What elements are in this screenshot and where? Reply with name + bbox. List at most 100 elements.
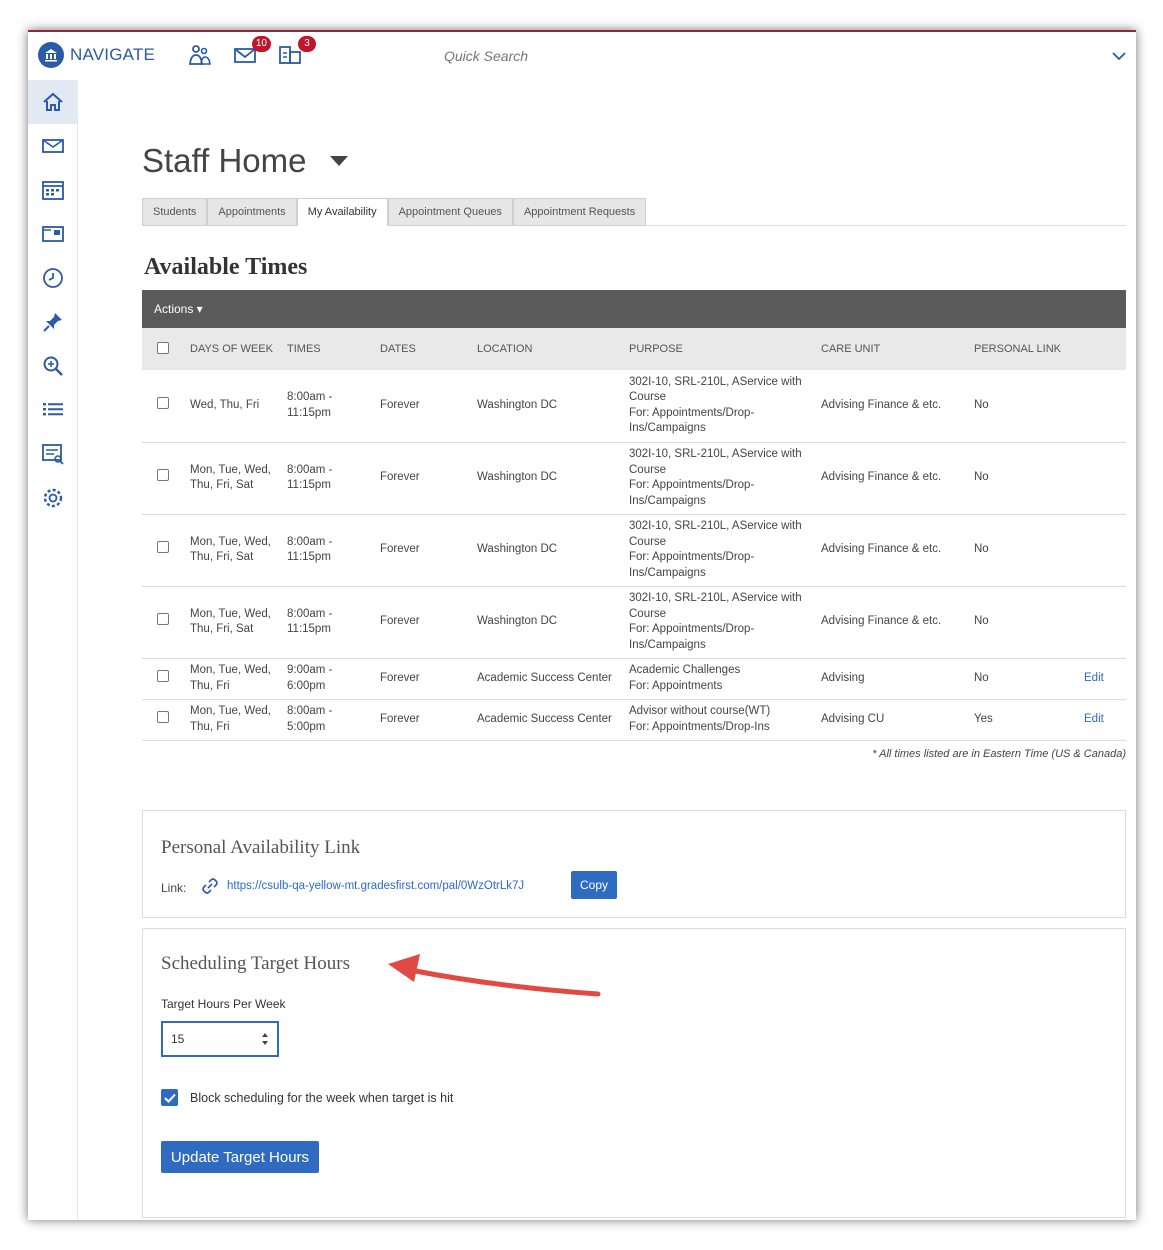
personal-link-cell: No [968,658,1078,700]
edit-link[interactable] [1078,586,1126,659]
table-row: Mon, Tue, Wed, Thu, Fri, Sat 8:00am - 11… [142,586,1126,659]
edit-link[interactable] [1078,442,1126,515]
times-cell: 9:00am - 6:00pm [281,658,374,700]
column-header[interactable]: PERSONAL LINK [968,328,1078,370]
tab-appointments[interactable]: Appointments [207,198,297,226]
table-row: Mon, Tue, Wed, Thu, Fri, Sat 8:00am - 11… [142,442,1126,515]
edit-link[interactable]: Edit [1078,699,1126,741]
block-scheduling-checkbox[interactable] [161,1089,178,1106]
row-checkbox[interactable] [157,469,169,482]
purpose-cell: Advisor without course(WT) For: Appointme… [623,699,815,741]
dates-cell: Forever [374,370,471,443]
alerts-badge: 3 [298,36,316,52]
column-header[interactable]: DAYS OF WEEK [184,328,281,370]
edit-link[interactable] [1078,370,1126,443]
sidebar-item-home[interactable] [28,80,78,124]
purpose-cell: 302I-10, SRL-210L, AService with Course F… [623,442,815,515]
personal-link-url[interactable]: https://csulb-qa-yellow-mt.gradesfirst.c… [227,880,524,892]
quick-search-input[interactable] [436,38,1128,74]
card-icon [42,226,64,242]
brand-name: NAVIGATE [70,45,156,64]
sidebar-item-calendar[interactable] [28,168,78,212]
pin-icon [43,313,62,332]
actions-dropdown[interactable]: Actions ▾ [154,302,203,316]
chevron-down-icon[interactable] [1112,48,1126,66]
tab-appointment-queues[interactable]: Appointment Queues [387,198,513,226]
sidebar-item-lists[interactable] [28,388,78,432]
alerts-button[interactable]: 3 [278,36,316,66]
personal-link-panel: Personal Availability Link Link: https:/… [142,810,1126,918]
calendar-icon [42,181,64,200]
sidebar-item-search[interactable] [28,344,78,388]
sidebar-item-history[interactable] [28,256,78,300]
days-cell: Mon, Tue, Wed, Thu, Fri [184,699,281,741]
copy-button[interactable]: Copy [571,871,617,899]
location-cell: Washington DC [471,370,623,443]
row-checkbox[interactable] [157,397,169,409]
care-unit-cell: Advising Finance & etc. [815,370,968,443]
tab-my-availability[interactable]: My Availability [296,198,388,226]
table-row: Mon, Tue, Wed, Thu, Fri 9:00am - 6:00pm … [142,658,1126,700]
location-cell: Washington DC [471,514,623,587]
timezone-note: * All times listed are in Eastern Time (… [872,748,1126,760]
purpose-cell: 302I-10, SRL-210L, AService with Course F… [623,586,815,659]
sidebar-item-reports[interactable] [28,432,78,476]
column-header[interactable]: DATES [374,328,471,370]
care-unit-cell: Advising CU [815,699,968,741]
block-scheduling-label: Block scheduling for the week when targe… [190,1090,454,1105]
stepper-arrows-icon[interactable] [261,1032,269,1051]
actions-bar: Actions ▾ [142,290,1126,328]
days-cell: Mon, Tue, Wed, Thu, Fri, Sat [184,442,281,515]
edit-link[interactable]: Edit [1078,658,1126,700]
tab-students[interactable]: Students [142,198,208,226]
list-icon [43,403,63,416]
location-cell: Washington DC [471,442,623,515]
sidebar-item-messages[interactable] [28,124,78,168]
row-checkbox[interactable] [157,669,169,682]
target-hours-stepper[interactable]: 15 [161,1021,279,1057]
personal-link-cell: No [968,514,1078,587]
personal-link-cell: No [968,586,1078,659]
row-checkbox[interactable] [157,541,169,554]
column-header[interactable]: TIMES [281,328,374,370]
table-row: Mon, Tue, Wed, Thu, Fri, Sat 8:00am - 11… [142,514,1126,587]
row-checkbox[interactable] [157,710,169,723]
tab-appointment-requests[interactable]: Appointment Requests [512,198,647,226]
times-cell: 8:00am - 11:15pm [281,514,374,587]
mail-icon [42,139,64,153]
personal-link-cell: No [968,442,1078,515]
update-target-hours-button[interactable]: Update Target Hours [161,1141,319,1173]
checkmark-icon [163,1093,176,1103]
table-row: Wed, Thu, Fri 8:00am - 11:15pm Forever W… [142,370,1126,443]
dates-cell: Forever [374,586,471,659]
link-icon [201,877,219,900]
table-header-row: DAYS OF WEEK TIMES DATES LOCATION PURPOS… [142,328,1126,370]
column-header[interactable]: LOCATION [471,328,623,370]
sidebar-item-cases[interactable] [28,212,78,256]
edit-link[interactable] [1078,514,1126,587]
select-all-checkbox[interactable] [157,341,169,354]
main-content: Staff Home Students Appointments My Avai… [78,80,1136,1220]
app-window: NAVIGATE 10 3 Quick Search Staff Home St… [28,30,1136,1220]
history-icon [43,268,63,288]
dates-cell: Forever [374,442,471,515]
location-cell: Academic Success Center [471,658,623,700]
times-cell: 8:00am - 11:15pm [281,586,374,659]
personal-link-cell: No [968,370,1078,443]
row-checkbox[interactable] [157,613,169,626]
people-icon[interactable] [188,44,212,66]
navigate-logo[interactable]: NAVIGATE [38,42,155,68]
caret-down-icon[interactable] [330,156,348,166]
messages-button[interactable]: 10 [233,36,271,66]
purpose-cell: 302I-10, SRL-210L, AService with Course F… [623,514,815,587]
sidebar-item-pins[interactable] [28,300,78,344]
purpose-cell: 302I-10, SRL-210L, AService with Course F… [623,370,815,443]
times-cell: 8:00am - 11:15pm [281,442,374,515]
care-unit-cell: Advising Finance & etc. [815,442,968,515]
column-header[interactable]: CARE UNIT [815,328,968,370]
link-label: Link: [161,881,187,895]
column-header[interactable]: PURPOSE [623,328,815,370]
days-cell: Wed, Thu, Fri [184,370,281,443]
target-hours-label: Target Hours Per Week [161,997,286,1011]
sidebar-item-settings[interactable] [28,476,78,520]
